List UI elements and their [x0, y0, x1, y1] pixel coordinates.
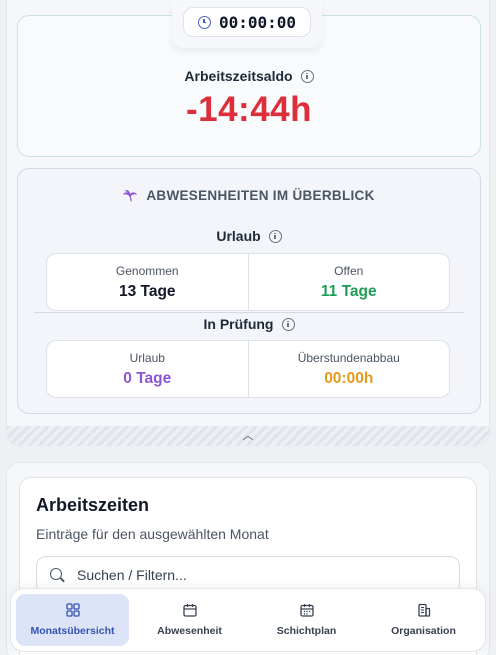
review-vacation: Urlaub 0 Tage — [47, 341, 248, 397]
nav-label: Monatsübersicht — [30, 625, 115, 637]
review-overtime-label: Überstundenabbau — [297, 350, 400, 365]
timer-container: 00:00:00 — [172, 0, 322, 48]
bottom-nav: Monatsübersicht Abwesenheit Schichtplan — [10, 588, 486, 652]
summary-panel: Arbeitszeitsaldo -14:44h ABWESENHEITEN I… — [6, 0, 490, 446]
vacation-taken-label: Genommen — [115, 263, 179, 278]
calendar-grid-icon — [299, 604, 314, 617]
chevron-up-icon: ︿ — [242, 429, 254, 442]
in-review-stats: Urlaub 0 Tage Überstundenabbau 00:00h — [46, 340, 450, 398]
clock-icon — [197, 15, 211, 29]
vacation-stats: Genommen 13 Tage Offen 11 Tage — [46, 253, 450, 311]
nav-label: Schichtplan — [276, 625, 337, 637]
vacation-open-label: Offen — [334, 263, 364, 278]
timer-pill[interactable]: 00:00:00 — [183, 7, 311, 37]
absences-card: ABWESENHEITEN IM ÜBERBLICK Urlaub Genomm… — [17, 168, 481, 414]
in-review-label: In Prüfung — [203, 316, 274, 332]
info-icon[interactable] — [268, 229, 282, 243]
palm-tree-icon — [123, 189, 138, 201]
vacation-open-value: 11 Tage — [320, 282, 377, 300]
search-placeholder: Suchen / Filtern... — [77, 567, 187, 583]
vacation-label: Urlaub — [216, 228, 261, 244]
work-times-subtitle: Einträge für den ausgewählten Monat — [36, 526, 269, 542]
review-vacation-value: 0 Tage — [123, 369, 172, 387]
calendar-icon — [182, 604, 197, 617]
nav-item-monatsuebersicht[interactable]: Monatsübersicht — [16, 594, 129, 646]
in-review-section-label: In Prüfung — [18, 316, 480, 332]
section-divider — [34, 312, 464, 313]
work-times-title: Arbeitszeiten — [36, 495, 150, 515]
absences-header-label: ABWESENHEITEN IM ÜBERBLICK — [146, 188, 375, 203]
vacation-section-label: Urlaub — [18, 228, 480, 244]
vacation-open: Offen 11 Tage — [247, 254, 450, 310]
absences-header: ABWESENHEITEN IM ÜBERBLICK — [18, 188, 480, 203]
review-overtime: Überstundenabbau 00:00h — [247, 341, 450, 397]
nav-label: Abwesenheit — [157, 625, 222, 637]
vacation-taken: Genommen 13 Tage — [47, 254, 248, 310]
building-icon — [417, 603, 430, 617]
review-vacation-label: Urlaub — [129, 350, 165, 365]
balance-title: Arbeitszeitsaldo — [184, 68, 293, 84]
info-icon[interactable] — [281, 317, 295, 331]
nav-item-abwesenheit[interactable]: Abwesenheit — [133, 594, 246, 646]
balance-value: -14:44h — [185, 90, 313, 129]
info-icon[interactable] — [300, 69, 314, 83]
vacation-taken-value: 13 Tage — [118, 282, 176, 300]
balance-title-row: Arbeitszeitsaldo — [18, 68, 480, 84]
review-overtime-value: 00:00h — [324, 369, 374, 387]
nav-item-organisation[interactable]: Organisation — [367, 594, 480, 646]
nav-label: Organisation — [391, 625, 456, 637]
grid-icon — [65, 603, 80, 617]
search-icon — [50, 567, 65, 583]
timer-value: 00:00:00 — [218, 12, 297, 32]
collapse-toggle[interactable]: ︿ — [7, 426, 489, 446]
nav-item-schichtplan[interactable]: Schichtplan — [250, 594, 363, 646]
